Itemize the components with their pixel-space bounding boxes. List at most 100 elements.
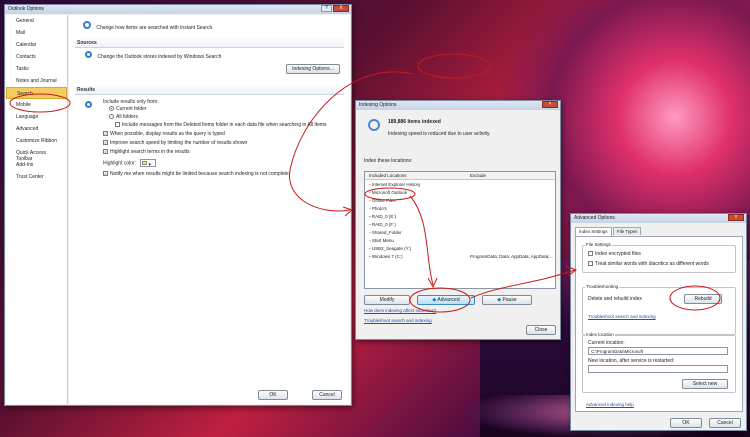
sidebar-item-customize-ribbon[interactable]: Customize Ribbon (6, 135, 67, 147)
results-heading: Results (75, 86, 344, 95)
current-folder-radio[interactable]: Current folder (109, 106, 147, 112)
tab-index-settings[interactable]: Index Settings (575, 227, 612, 236)
sidebar-item-search[interactable]: Search (6, 87, 67, 99)
location-label: Internet Explorer History (371, 182, 421, 187)
highlight-color-label: Highlight color: (103, 160, 137, 167)
index-locations-label: Index these locations: (364, 158, 413, 164)
help-button[interactable]: ? (321, 5, 332, 12)
search-icon (85, 51, 92, 58)
location-label: RAID_0 (E:) (371, 214, 397, 219)
location-item[interactable]: ▪ Internet Explorer History (369, 182, 420, 187)
indexing-title-bar: Indexing Options × (356, 101, 560, 110)
current-folder-label: Current folder (116, 106, 147, 112)
troubleshoot-link[interactable]: Troubleshoot search and indexing (588, 314, 656, 319)
advanced-button[interactable]: ◆ Advanced (417, 295, 475, 305)
troubleshoot-link[interactable]: Troubleshoot search and indexing (364, 318, 432, 323)
check-icon: ✓ (103, 149, 108, 155)
location-label: Offline Files (371, 198, 396, 203)
sources-row: Change the Outlook stores indexed by Win… (85, 51, 221, 60)
ok-button[interactable]: OK (258, 390, 288, 400)
locations-list[interactable]: Included Locations Exclude ▪ Internet Ex… (364, 171, 556, 289)
shield-icon: ◆ (497, 297, 502, 303)
highlight-terms-checkbox[interactable]: ✓ Highlight search terms in the results (103, 149, 189, 155)
page-title: Change how items are searched with Insta… (96, 24, 214, 31)
checkbox-box (588, 251, 593, 257)
select-new-button[interactable]: Select new (682, 379, 728, 389)
highlight-color-picker[interactable]: ▾ (140, 159, 157, 168)
new-location-label: New location, after service is restarted… (588, 358, 675, 364)
sidebar-item-mail[interactable]: Mail (6, 27, 67, 39)
column-included[interactable]: Included Locations (369, 173, 407, 178)
new-location-field[interactable] (588, 365, 728, 373)
cancel-button[interactable]: Cancel (709, 418, 741, 428)
location-item[interactable]: ▪ Shared_Folder (369, 230, 402, 235)
close-button[interactable]: Close (526, 325, 556, 335)
location-item[interactable]: ▪ RAID_0 (E:) (369, 214, 396, 219)
sidebar-item-notes[interactable]: Notes and Journal (6, 75, 67, 87)
modify-button[interactable]: Modify (364, 295, 410, 305)
options-sidebar: General Mail Calendar Contacts Tasks Not… (6, 15, 68, 404)
sidebar-item-contacts[interactable]: Contacts (6, 51, 67, 63)
sidebar-item-advanced[interactable]: Advanced (6, 123, 67, 135)
column-exclude[interactable]: Exclude (470, 173, 486, 178)
check-icon: ✓ (103, 131, 108, 137)
ok-button[interactable]: OK (670, 418, 702, 428)
outlook-title: Outlook Options (8, 6, 44, 12)
radio-indicator (109, 114, 114, 120)
sidebar-item-tasks[interactable]: Tasks (6, 63, 67, 75)
affect-searches-link[interactable]: How does indexing affect searches? (364, 308, 436, 313)
all-folders-radio[interactable]: All folders (109, 114, 138, 120)
location-label: Shared_Folder (371, 230, 402, 235)
rebuild-button[interactable]: Rebuild (684, 294, 722, 304)
tab-file-types[interactable]: File Types (613, 227, 642, 235)
highlight-color-row: Highlight color: ▾ (103, 159, 157, 168)
radio-indicator (109, 106, 114, 112)
notify-limited-label: Notify me when results might be limited … (110, 171, 289, 177)
location-item[interactable]: ▪ Windows 7 (C:) (369, 254, 403, 259)
all-folders-label: All folders (116, 114, 138, 120)
sidebar-item-general[interactable]: General (6, 15, 67, 27)
advanced-help-link[interactable]: Advanced indexing help (586, 402, 634, 407)
location-item[interactable]: ▪ Photo's (369, 206, 387, 211)
location-label: Microsoft Outlook (371, 190, 407, 195)
sources-heading: Sources (75, 39, 344, 48)
check-icon: ✓ (103, 140, 108, 146)
display-as-typed-checkbox[interactable]: ✓ When possible, display results as the q… (103, 131, 225, 137)
indexing-status: Indexing speed is reduced due to user ac… (388, 131, 491, 137)
include-label: Include results only from: (103, 99, 159, 105)
location-item[interactable]: ▪ Start Menu (369, 238, 394, 243)
advanced-button-label: Advanced (437, 297, 460, 303)
sidebar-item-calendar[interactable]: Calendar (6, 39, 67, 51)
cancel-button[interactable]: Cancel (312, 390, 342, 400)
close-icon[interactable]: × (728, 214, 744, 221)
deleted-items-label: Include messages from the Deleted Items … (122, 122, 327, 128)
location-item[interactable]: ▪ RAID_0 (F:) (369, 222, 396, 227)
index-location-label: Index location (585, 332, 615, 337)
location-item[interactable]: ▪ Offline Files (369, 198, 396, 203)
notify-limited-checkbox[interactable]: ✓ Notify me when results might be limited… (103, 171, 289, 177)
location-label: Start Menu (371, 238, 394, 243)
improve-speed-label: Improve search speed by limiting the num… (110, 140, 248, 146)
location-item[interactable]: ▪ Microsoft Outlook (369, 190, 407, 195)
deleted-items-checkbox[interactable]: Include messages from the Deleted Items … (115, 122, 327, 128)
location-label: USB2_Seagate (Y:) (371, 246, 412, 251)
diacritics-label: Treat similar words with diacritics as d… (595, 261, 709, 267)
pause-button[interactable]: ◆ Pause (482, 295, 532, 305)
location-item[interactable]: ▪ USB2_Seagate (Y:) (369, 246, 411, 251)
diacritics-checkbox[interactable]: Treat similar words with diacritics as d… (588, 261, 709, 267)
sidebar-item-mobile[interactable]: Mobile (6, 99, 67, 111)
close-icon[interactable]: × (542, 101, 558, 108)
sidebar-item-quick-access[interactable]: Quick Access Toolbar (6, 147, 67, 162)
improve-speed-checkbox[interactable]: ✓ Improve search speed by limiting the nu… (103, 140, 247, 146)
sidebar-item-language[interactable]: Language (6, 111, 67, 123)
color-swatch (142, 161, 148, 165)
encrypted-checkbox[interactable]: Index encrypted files (588, 251, 641, 257)
indexing-title: Indexing Options (359, 102, 397, 108)
sidebar-item-trust-center[interactable]: Trust Center (6, 171, 67, 183)
location-label: Photo's (371, 206, 387, 211)
close-button[interactable]: X (333, 5, 349, 12)
items-indexed: 189,886 items indexed (388, 119, 441, 125)
indexing-options-button[interactable]: Indexing Options... (286, 64, 340, 74)
location-label: Windows 7 (C:) (371, 254, 403, 259)
display-as-typed-label: When possible, display results as the qu… (110, 131, 225, 137)
